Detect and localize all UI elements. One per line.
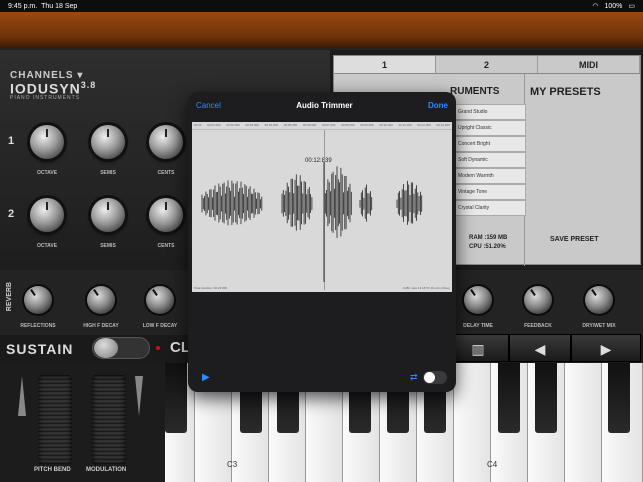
semis-knob-2[interactable] (91, 198, 125, 232)
modulation-label: MODULATION (86, 467, 127, 473)
high-f-decay-label: HIGH F DECAY (83, 323, 119, 329)
dry-wet-mix-label: DRY/WET MIX (582, 323, 616, 329)
tab-2[interactable]: 2 (436, 56, 538, 73)
dry-wet-mix-knob[interactable] (585, 286, 613, 314)
instrument-item[interactable]: Soft Dynamic (454, 152, 526, 168)
right-arrow-icon: ▶ (600, 341, 612, 357)
octave-down-button[interactable]: ◀ (509, 334, 571, 362)
wood-trim (0, 12, 643, 50)
low-f-decay-knob[interactable] (146, 286, 174, 314)
pitch-bend-label: PITCH BEND (34, 467, 71, 473)
audio-trimmer-modal: Cancel Audio Trimmer Done 00:00 00:01.000… (188, 92, 456, 392)
status-time: 9:45 p.m. (8, 2, 38, 10)
waveform (201, 162, 423, 282)
cents-label-1: CENTS (157, 170, 175, 176)
white-key[interactable] (565, 363, 602, 482)
presets-title: MY PRESETS (530, 86, 601, 98)
key-label-c4: C4 (487, 460, 498, 469)
cents-label-2: CENTS (157, 243, 175, 249)
instruments-title: RUMENTS (450, 86, 500, 97)
sustain-label: SUSTAIN (6, 341, 74, 357)
sustain-led (156, 346, 160, 350)
delay-time-knob[interactable] (464, 286, 492, 314)
mod-indicator-icon (135, 376, 143, 416)
battery-percent: 100% (604, 2, 623, 10)
row-number-2: 2 (8, 208, 15, 220)
status-date: Thu 18 Sep (41, 2, 78, 10)
next-section-label: CL (170, 339, 190, 356)
octave-label-1: OCTAVE (36, 170, 58, 176)
instrument-item[interactable]: Vintage Tone (454, 184, 526, 200)
black-key[interactable] (535, 363, 557, 433)
octave-up-button[interactable]: ▶ (571, 334, 641, 362)
instrument-list: Grand Studio Upright Classic Concert Bri… (454, 104, 526, 216)
octave-knob-2[interactable] (30, 198, 64, 232)
left-arrow-icon: ◀ (534, 341, 546, 357)
file-info: C280 .wav 13.18.57.20 mins (Note) (402, 286, 450, 290)
piano-keys-icon: ▥ (471, 341, 485, 357)
status-bar: 9:45 p.m. Thu 18 Sep ◠ 100% ▭ (0, 0, 643, 12)
row-number-1: 1 (8, 135, 15, 147)
done-button[interactable]: Done (428, 101, 448, 110)
delay-time-label: DELAY TIME (463, 323, 493, 329)
loop-toggle-thumb (424, 372, 435, 383)
cpu-readout: CPU :51.20% (469, 244, 506, 250)
instrument-item[interactable]: Crystal Clarity (454, 200, 526, 216)
battery-icon: ▭ (628, 3, 635, 10)
sustain-toggle[interactable] (92, 337, 150, 359)
waveform-footer: Total duration: 00:22:839 C280 .wav 13.1… (194, 286, 450, 290)
octave-knob-1[interactable] (30, 125, 64, 159)
tab-midi[interactable]: MIDI (538, 56, 640, 73)
feedback-label: FEEDBACK (524, 323, 552, 329)
channel-tabs: 1 2 MIDI (334, 56, 640, 74)
total-duration: Total duration: 00:22:839 (194, 286, 228, 290)
loop-toggle[interactable] (423, 371, 447, 384)
wifi-icon: ◠ (592, 3, 599, 10)
instrument-item[interactable]: Concert Bright (454, 136, 526, 152)
pitch-indicator-icon (18, 376, 26, 416)
semis-knob-1[interactable] (91, 125, 125, 159)
black-key[interactable] (608, 363, 630, 433)
pitch-bend-wheel[interactable] (38, 375, 72, 465)
toggle-thumb (94, 338, 118, 358)
resource-readout: RAM :159 MB CPU :51.20% (469, 234, 507, 252)
semis-label-1: SEMIS (100, 170, 116, 176)
feedback-knob[interactable] (524, 286, 552, 314)
waveform-view[interactable]: 00:00 00:01.000 00:02.000 00:03.000 00:04.00… (192, 122, 452, 292)
app-subtitle: PIANO INSTRUMENTS (10, 95, 81, 101)
key-label-c3: C3 (227, 460, 238, 469)
black-key[interactable] (165, 363, 187, 433)
semis-label-2: SEMIS (100, 243, 116, 249)
high-f-decay-knob[interactable] (87, 286, 115, 314)
cents-knob-1[interactable] (149, 125, 183, 159)
save-preset-button[interactable]: SAVE PRESET (550, 236, 599, 243)
cancel-button[interactable]: Cancel (196, 101, 221, 110)
reverb-label: REVERB (6, 282, 13, 312)
instrument-item[interactable]: Upright Classic (454, 120, 526, 136)
cents-knob-2[interactable] (149, 198, 183, 232)
instrument-item[interactable]: Grand Studio (454, 104, 526, 120)
modal-title: Audio Trimmer (296, 100, 353, 110)
play-icon[interactable]: ▶ (202, 372, 210, 383)
keyboard-view-button[interactable]: ▥ (447, 334, 509, 362)
instrument-item[interactable]: Modern Warmth (454, 168, 526, 184)
black-key[interactable] (498, 363, 520, 433)
white-key[interactable] (454, 363, 491, 482)
low-f-decay-label: LOW F DECAY (142, 323, 178, 329)
ram-readout: RAM :159 MB (469, 235, 508, 241)
octave-label-2: OCTAVE (36, 243, 58, 249)
loop-icon[interactable]: ⇄ (410, 372, 418, 383)
reflections-label: REFLECTIONS (20, 323, 56, 329)
modal-header: Cancel Audio Trimmer Done (188, 92, 456, 118)
modulation-wheel[interactable] (92, 375, 126, 465)
tab-1[interactable]: 1 (334, 56, 436, 73)
reflections-knob[interactable] (24, 286, 52, 314)
